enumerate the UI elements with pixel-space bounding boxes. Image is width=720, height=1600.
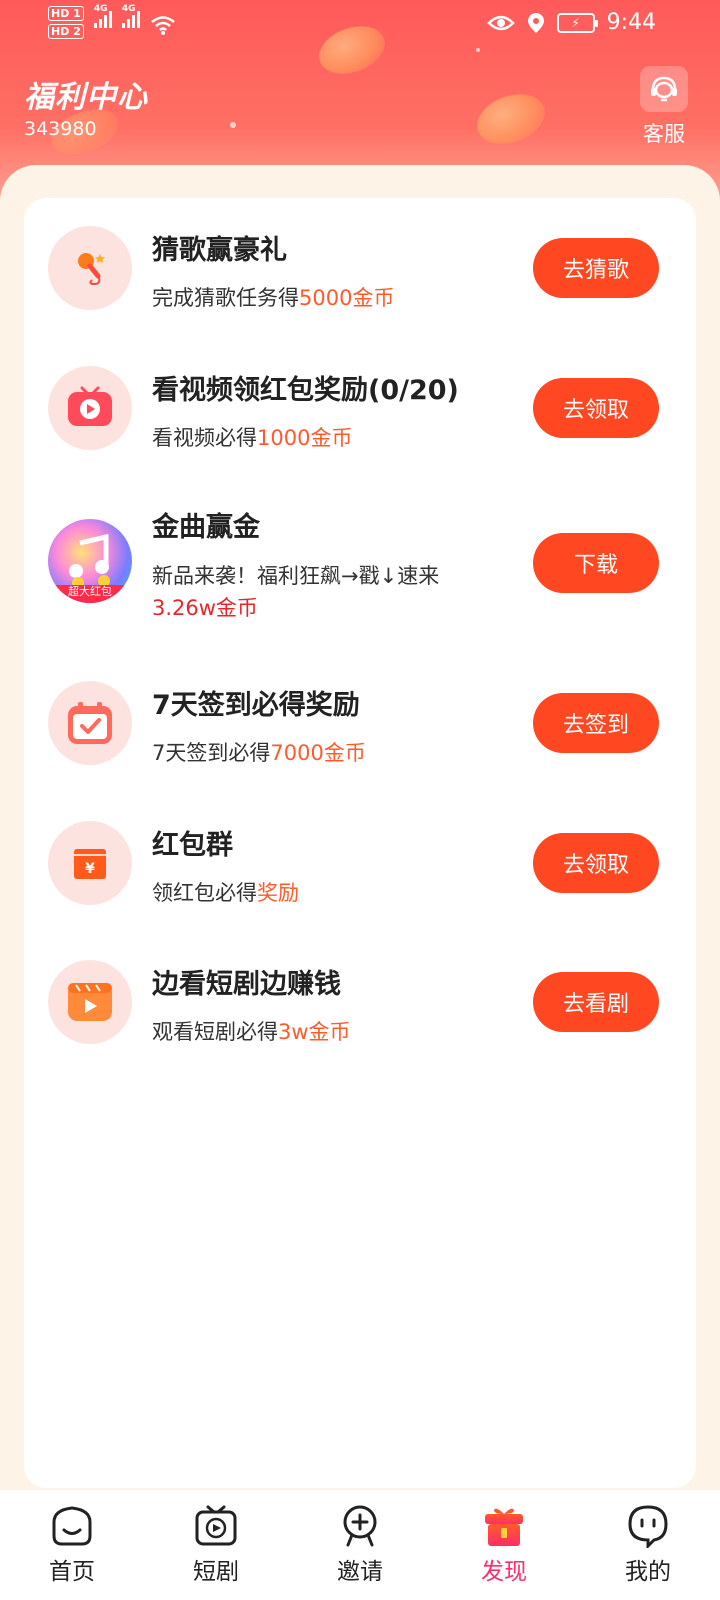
claim-video-reward-button[interactable]: 去领取: [533, 378, 659, 438]
welfare-center-page: HD 1 HD 2 4G 4G ⚡ 9:44 福利中心 343980 客服 猜歌…: [0, 0, 720, 1600]
tab-home[interactable]: 首页: [0, 1490, 144, 1600]
tab-drama-label: 短剧: [193, 1559, 239, 1585]
red-envelope-icon: ¥: [48, 821, 132, 905]
task-item-watch-drama: 边看短剧边赚钱 观看短剧必得3w金币 去看剧: [24, 944, 696, 1064]
task-title: 看视频领红包奖励(0/20): [152, 375, 459, 406]
task-title: 金曲赢金: [152, 512, 260, 543]
svg-text:¥: ¥: [85, 861, 95, 877]
bottom-nav: 首页 短剧 邀请 发现 我的: [0, 1490, 720, 1600]
signal-2-icon: 4G: [121, 4, 140, 28]
decor-sparkle: [230, 122, 236, 128]
play-video-icon: [48, 366, 132, 450]
headset-icon: [640, 66, 688, 112]
tab-drama[interactable]: 短剧: [144, 1490, 288, 1600]
decor-coin: [470, 85, 552, 153]
eye-icon: [486, 15, 515, 30]
customer-service-label: 客服: [643, 122, 685, 146]
task-desc: 领红包必得奖励: [152, 881, 299, 905]
gift-icon: [482, 1504, 526, 1548]
task-title: 7天签到必得奖励: [152, 690, 360, 721]
tv-play-icon: [194, 1504, 238, 1548]
app-badge: 超大红包: [68, 585, 112, 598]
guess-song-button[interactable]: 去猜歌: [533, 238, 659, 298]
wifi-icon: [151, 16, 175, 35]
battery-icon: ⚡: [556, 12, 598, 33]
task-desc: 看视频必得1000金币: [152, 426, 353, 450]
task-title: 红包群: [152, 830, 233, 861]
status-right: ⚡ 9:44: [486, 10, 656, 35]
header-title-block: 福利中心 343980: [24, 72, 148, 140]
customer-service-button[interactable]: 客服: [634, 66, 694, 148]
download-button[interactable]: 下载: [533, 533, 659, 593]
tab-mine-label: 我的: [625, 1559, 671, 1585]
task-desc: 7天签到必得7000金币: [152, 741, 366, 765]
hd2-indicator: HD 2: [48, 24, 84, 39]
status-bar: HD 1 HD 2 4G 4G ⚡ 9:44: [0, 0, 720, 50]
signal-1-icon: 4G: [93, 4, 112, 28]
task-title: 边看短剧边赚钱: [152, 969, 341, 1000]
page-title: 福利中心: [24, 80, 148, 115]
music-app-icon: 超大红包: [48, 519, 132, 603]
tab-invite-label: 邀请: [337, 1559, 383, 1585]
task-item-golden-song: 超大红包 金曲赢金 新品来袭！福利狂飙→戳↓速来 3.26w金币 下载: [24, 505, 696, 635]
microphone-icon: [48, 226, 132, 310]
tab-mine[interactable]: 我的: [576, 1490, 720, 1600]
tab-home-label: 首页: [49, 1559, 95, 1585]
tab-discover-label: 发现: [481, 1559, 527, 1585]
tab-invite[interactable]: 邀请: [288, 1490, 432, 1600]
hd1-indicator: HD 1: [48, 6, 84, 21]
status-left: HD 1 HD 2 4G 4G: [48, 4, 176, 39]
film-play-icon: [48, 960, 132, 1044]
tab-discover[interactable]: 发现: [432, 1490, 576, 1600]
task-item-watch-video: 看视频领红包奖励(0/20) 看视频必得1000金币 去领取: [24, 350, 696, 470]
task-desc: 新品来袭！福利狂飙→戳↓速来 3.26w金币: [152, 564, 440, 620]
claim-red-envelope-button[interactable]: 去领取: [533, 833, 659, 893]
task-desc: 观看短剧必得3w金币: [152, 1020, 351, 1044]
invite-icon: [338, 1504, 382, 1548]
task-item-red-envelope-group: ¥ 红包群 领红包必得奖励 去领取: [24, 805, 696, 925]
clock: 9:44: [606, 10, 656, 35]
calendar-check-icon: [48, 681, 132, 765]
home-icon: [50, 1504, 94, 1548]
task-title: 猜歌赢豪礼: [152, 235, 287, 266]
user-id: 343980: [24, 118, 97, 140]
location-icon: [527, 12, 544, 33]
task-desc: 完成猜歌任务得5000金币: [152, 286, 395, 310]
checkin-button[interactable]: 去签到: [533, 693, 659, 753]
task-item-guess-song: 猜歌赢豪礼 完成猜歌任务得5000金币 去猜歌: [24, 210, 696, 330]
profile-icon: [626, 1504, 670, 1548]
task-item-checkin: 7天签到必得奖励 7天签到必得7000金币 去签到: [24, 665, 696, 785]
watch-drama-button[interactable]: 去看剧: [533, 972, 659, 1032]
